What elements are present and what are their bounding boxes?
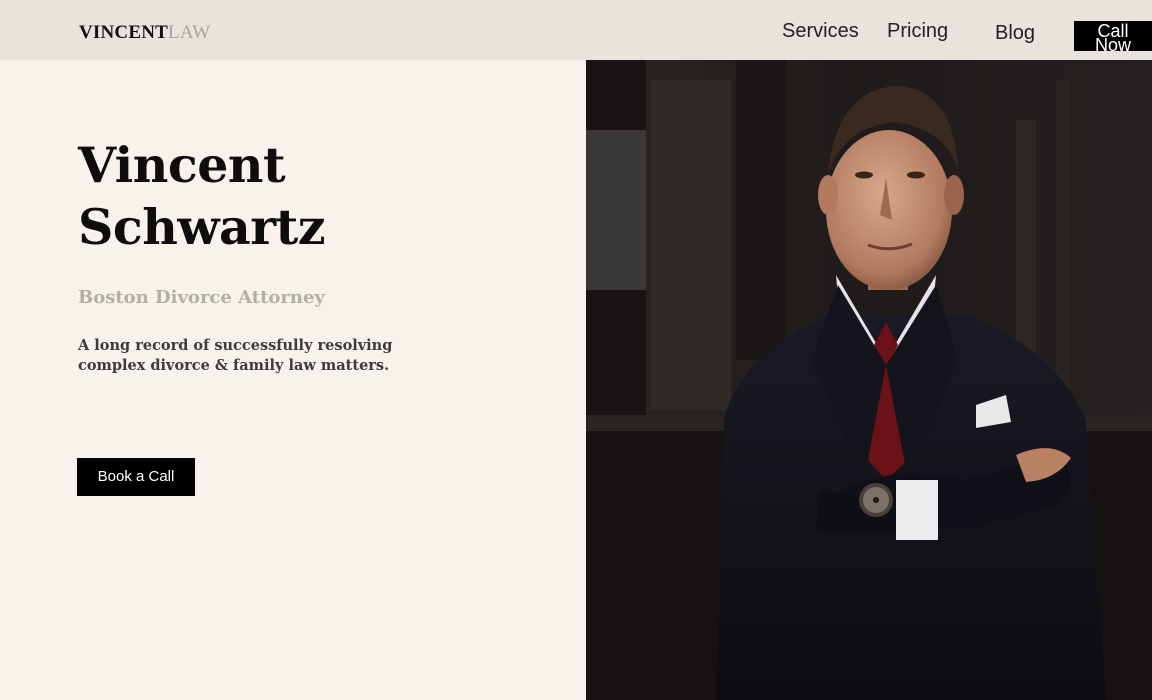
nav-link-pricing[interactable]: Pricing xyxy=(887,18,948,44)
hero-title: Vincent Schwartz xyxy=(78,134,498,258)
hero-subtitle: Boston Divorce Attorney xyxy=(78,287,325,308)
site-logo[interactable]: VINCENTLAW xyxy=(79,22,210,44)
hero-description: A long record of successfully resolving … xyxy=(78,336,418,376)
logo-text-strong: VINCENT xyxy=(79,22,169,43)
book-a-call-button[interactable]: Book a Call xyxy=(77,458,195,496)
nav-link-blog[interactable]: Blog xyxy=(995,20,1035,46)
logo-text-light: LAW xyxy=(168,22,211,43)
attorney-portrait-illustration xyxy=(586,60,1152,700)
call-now-button[interactable]: Call Now xyxy=(1074,21,1152,51)
hero-title-line1: Vincent xyxy=(78,136,286,194)
nav-link-services[interactable]: Services xyxy=(782,18,859,44)
site-header: VINCENTLAW Services Pricing Blog Call No… xyxy=(0,0,1152,60)
hero-description-line1: A long record of successfully resolving xyxy=(78,337,393,354)
hero-description-line2: complex divorce & family law matters. xyxy=(78,357,390,374)
call-now-line2: Now xyxy=(1094,35,1131,51)
hero-title-line2: Schwartz xyxy=(78,198,326,256)
attorney-portrait-image xyxy=(586,60,1152,700)
